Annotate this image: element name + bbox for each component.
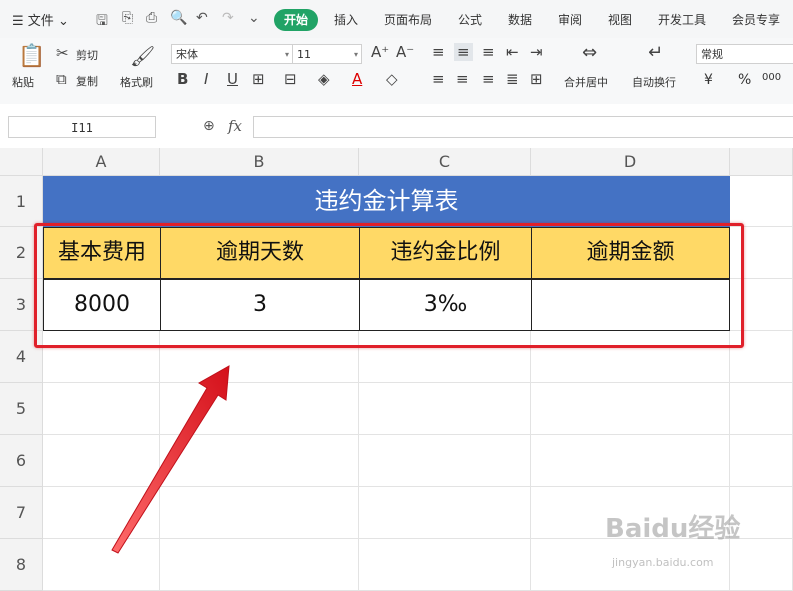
annotation-arrow: [111, 365, 230, 554]
watermark-url: jingyan.baidu.com: [612, 556, 714, 569]
arrow-shape: [111, 365, 230, 554]
watermark-logo: Baidu经验: [605, 514, 741, 544]
